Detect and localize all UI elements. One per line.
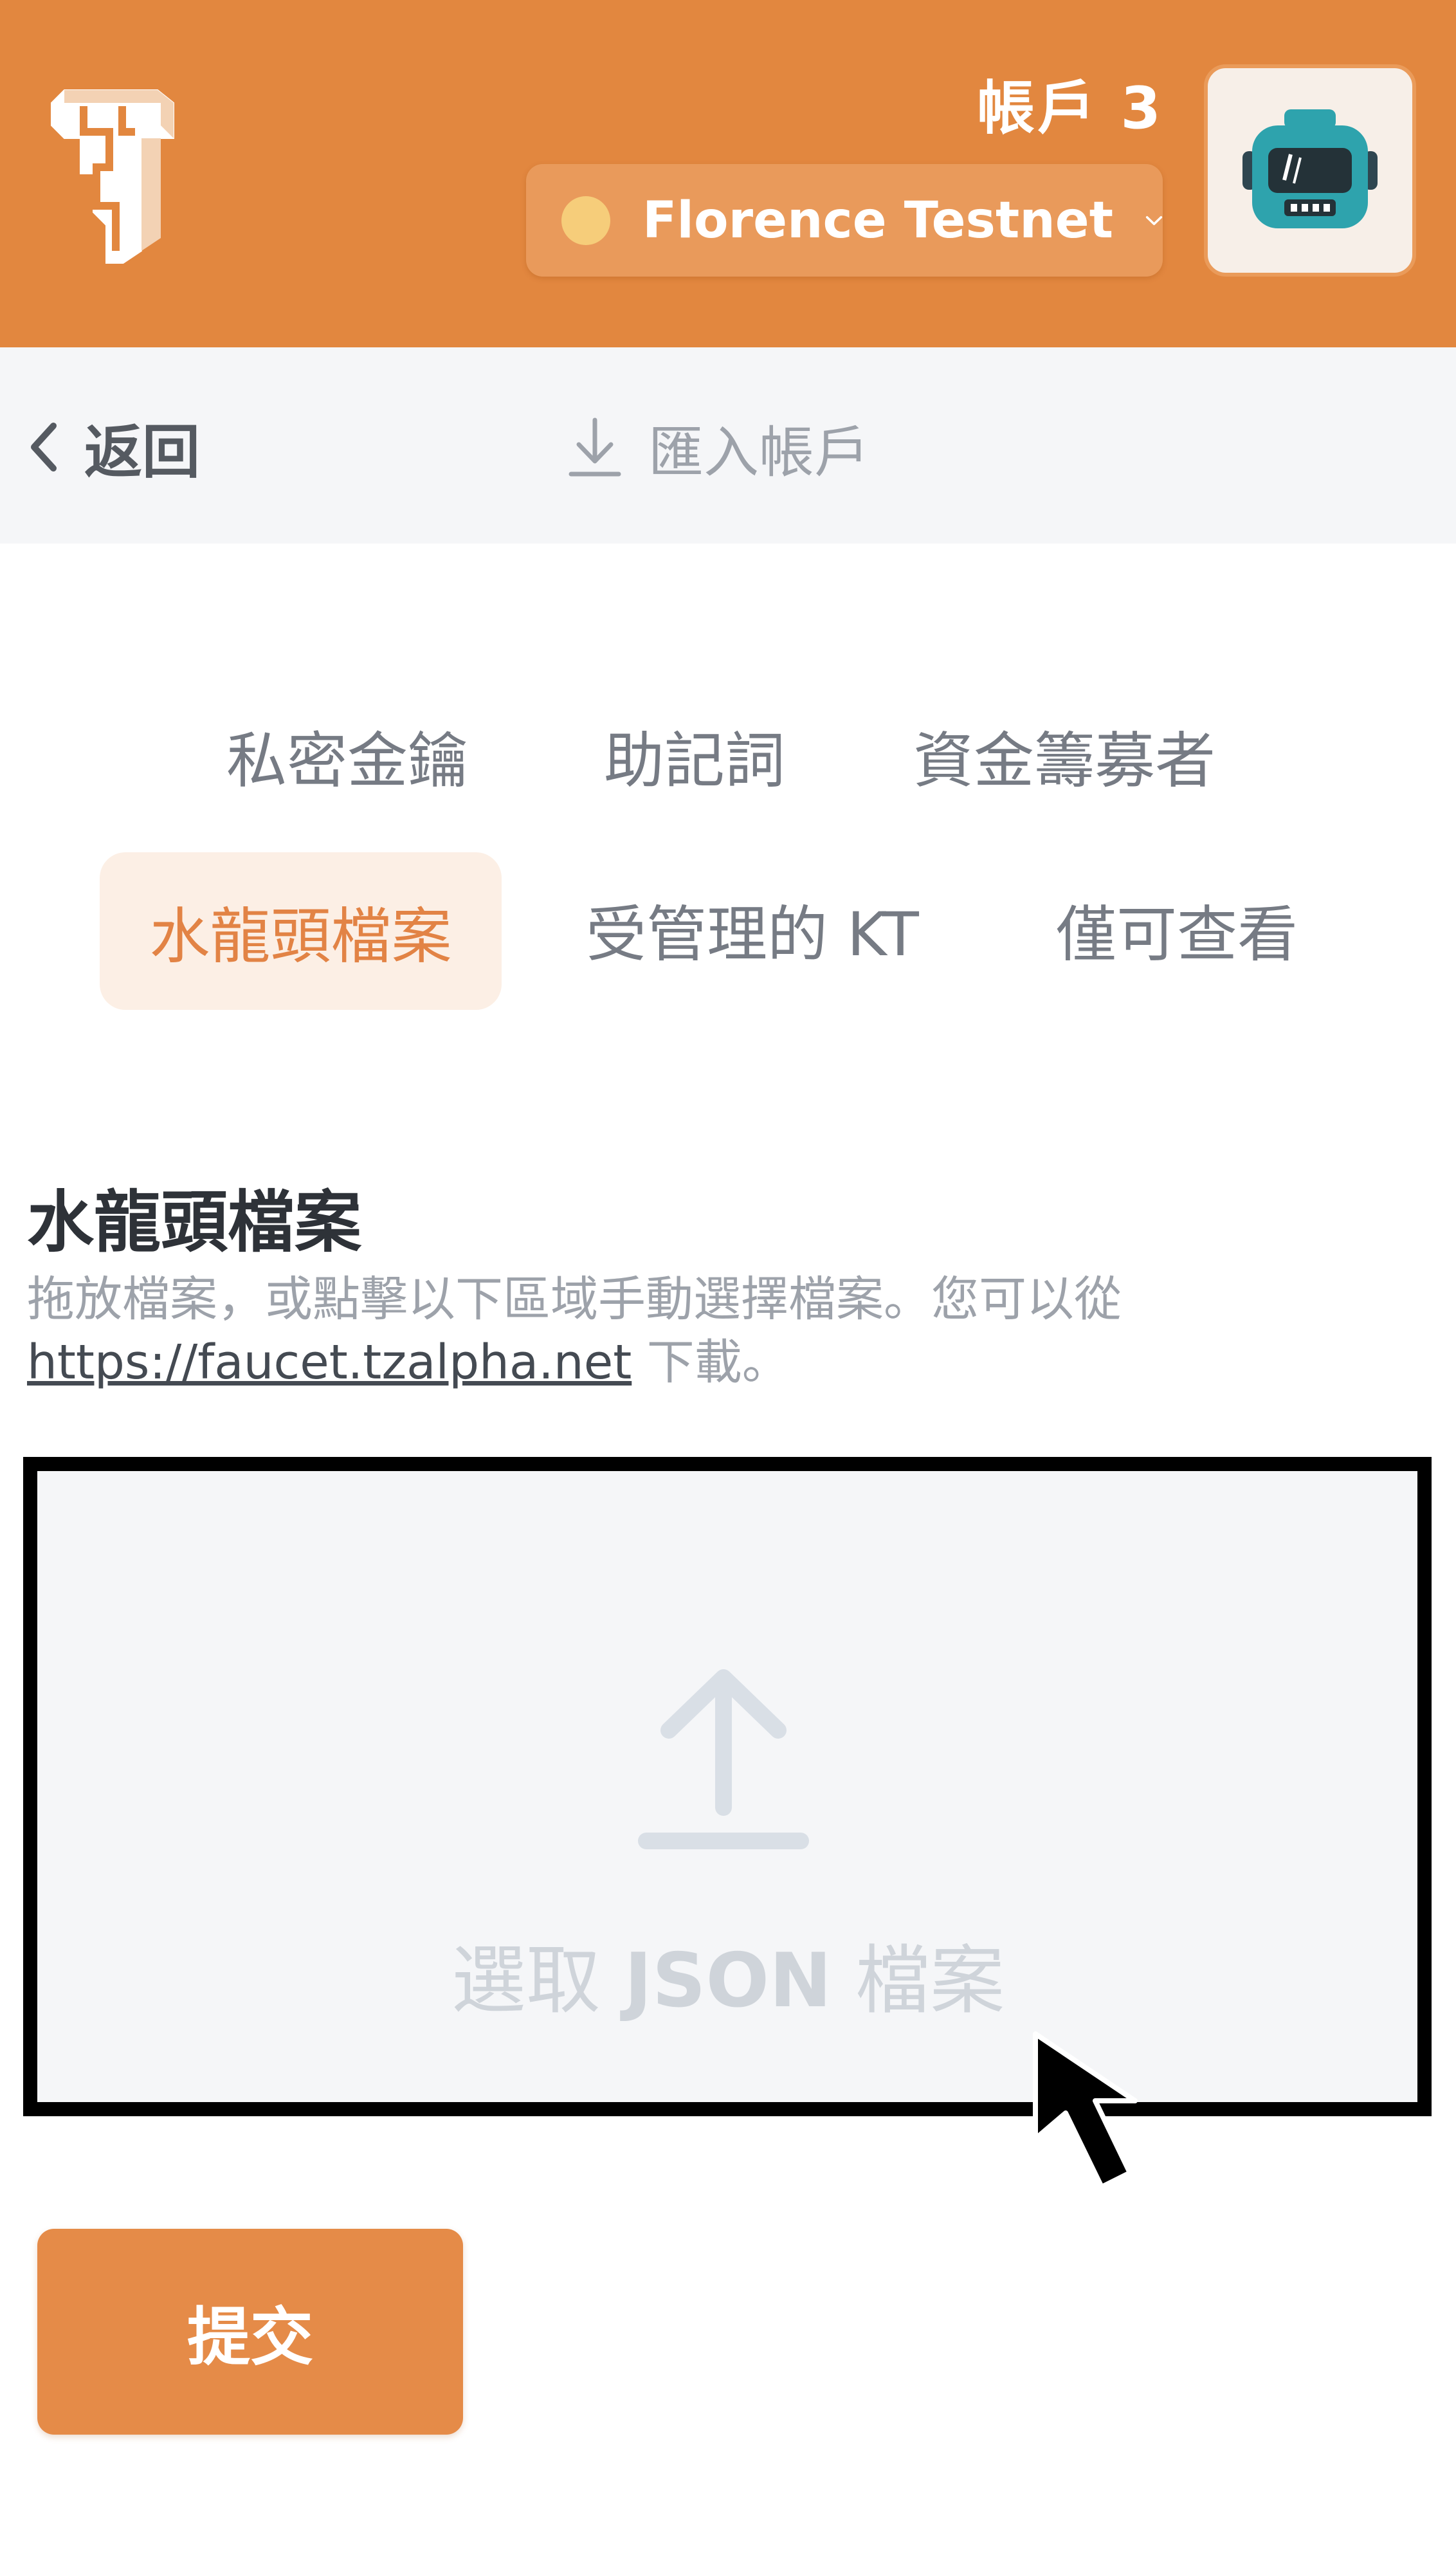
page-title-label: 匯入帳戶 bbox=[648, 420, 869, 485]
network-selector[interactable]: Florence Testnet bbox=[526, 164, 1163, 277]
avatar[interactable] bbox=[1204, 64, 1416, 277]
tab-mnemonic[interactable]: 助記詞 bbox=[576, 708, 814, 804]
dropzone-label: 選取 JSON 檔案 bbox=[0, 1920, 1456, 2028]
tab-watch-only[interactable]: 僅可查看 bbox=[1023, 881, 1331, 978]
section-title: 水龍頭檔案 bbox=[27, 1183, 362, 1261]
chevron-down-icon bbox=[1145, 215, 1163, 225]
page: 帳戶 3 Florence Testnet 返回 匯入帳戶 私密金鑰 助記詞 資… bbox=[0, 0, 1456, 2571]
download-icon bbox=[569, 417, 621, 477]
dropzone-label-prefix: 選取 bbox=[451, 1937, 624, 2024]
back-label: 返回 bbox=[84, 419, 200, 486]
submit-button[interactable]: 提交 bbox=[37, 2229, 463, 2435]
temple-logo-icon[interactable] bbox=[45, 77, 180, 264]
tab-faucet-file[interactable]: 水龍頭檔案 bbox=[100, 852, 502, 1010]
description-suffix: 下載。 bbox=[632, 1335, 790, 1390]
chevron-left-icon bbox=[31, 423, 57, 471]
network-status-dot bbox=[561, 196, 610, 245]
upload-arrow-icon bbox=[638, 1669, 809, 1849]
faucet-link[interactable]: https://faucet.tzalpha.net bbox=[27, 1335, 632, 1390]
tab-private-key[interactable]: 私密金鑰 bbox=[212, 708, 482, 804]
back-button[interactable]: 返回 bbox=[29, 399, 200, 495]
account-name: 帳戶 3 bbox=[977, 75, 1163, 142]
dropzone-label-suffix: 檔案 bbox=[832, 1937, 1005, 2024]
section-description: 拖放檔案，或點擊以下區域手動選擇檔案。您可以從 bbox=[27, 1272, 1122, 1327]
mouse-cursor-icon bbox=[1033, 2031, 1138, 2190]
robot-avatar-icon bbox=[1242, 109, 1378, 228]
network-label: Florence Testnet bbox=[642, 191, 1113, 250]
tab-managed-kt[interactable]: 受管理的 KT bbox=[566, 881, 939, 978]
header: 帳戶 3 Florence Testnet bbox=[0, 0, 1456, 347]
page-title: 匯入帳戶 bbox=[566, 399, 869, 495]
dropzone-label-format: JSON bbox=[624, 1937, 832, 2024]
tab-fundraiser[interactable]: 資金籌募者 bbox=[897, 708, 1232, 804]
section-description-line2: https://faucet.tzalpha.net 下載。 bbox=[27, 1331, 790, 1393]
